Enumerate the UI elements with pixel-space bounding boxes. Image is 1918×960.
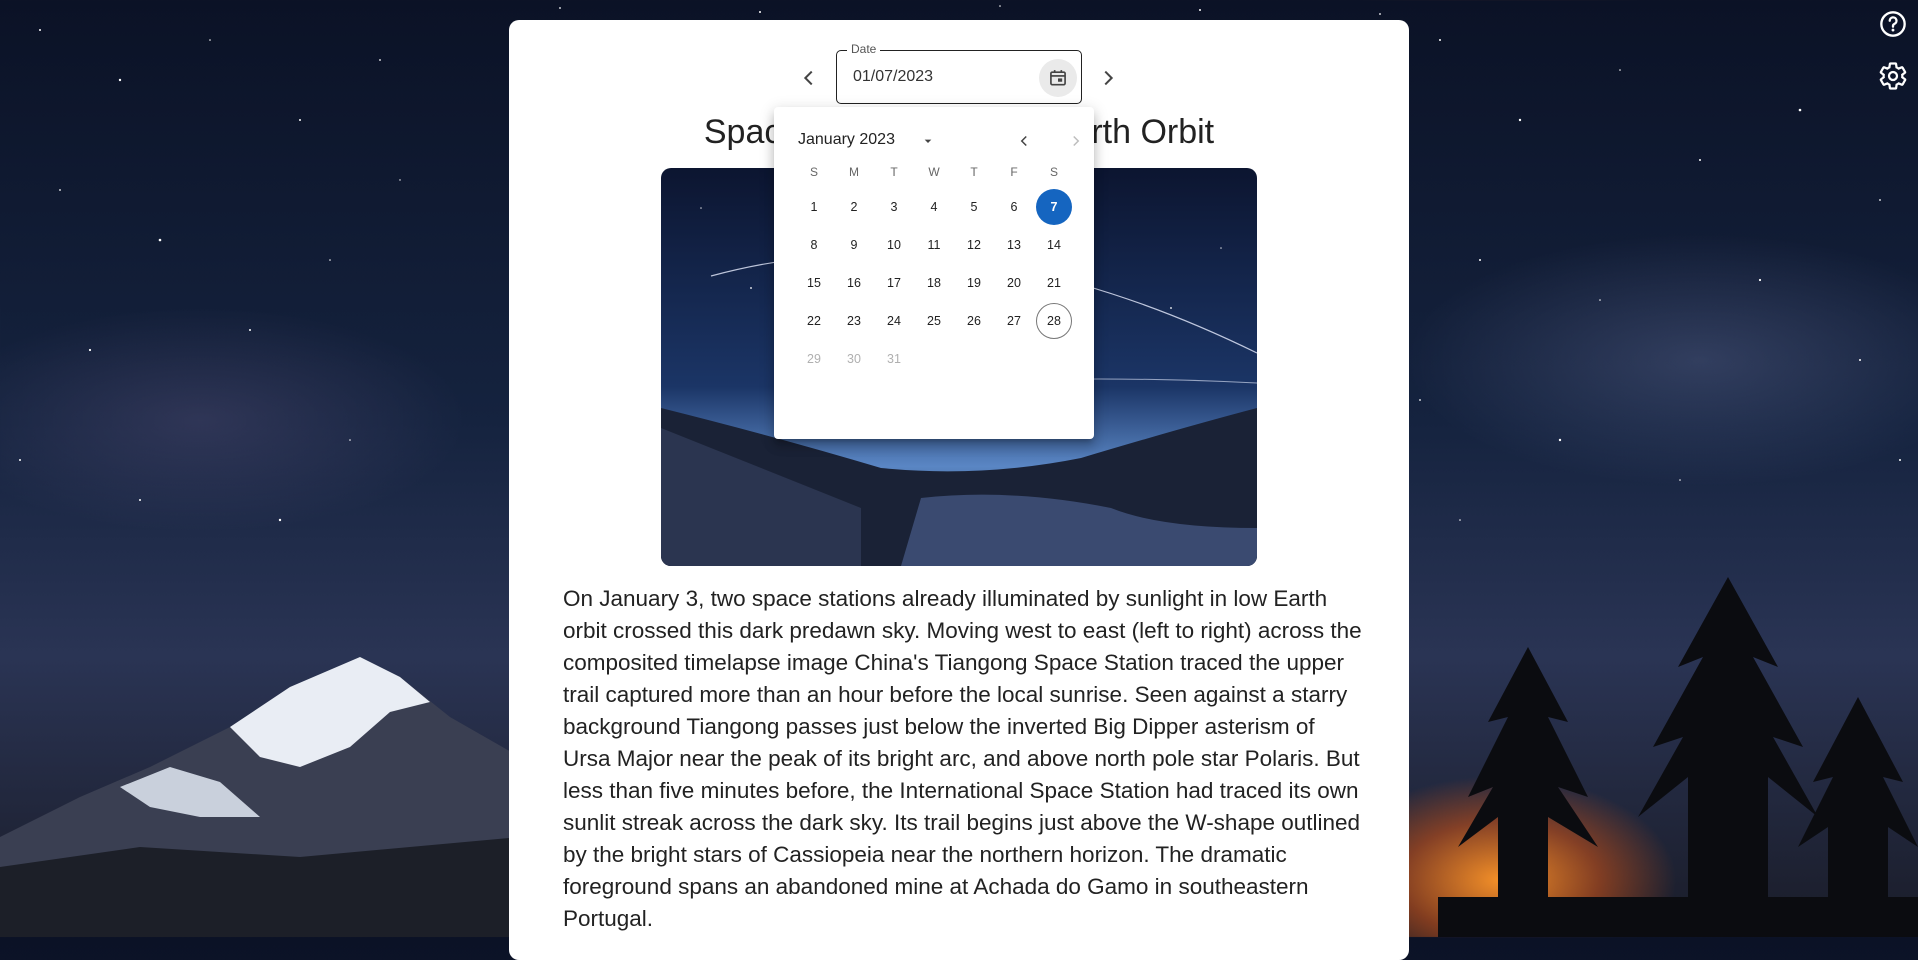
calendar-day[interactable]: 5 <box>956 189 992 225</box>
date-field[interactable]: Date <box>836 42 1082 104</box>
weekday-label: W <box>928 165 940 179</box>
calendar-day[interactable]: 1 <box>796 189 832 225</box>
calendar-day[interactable]: 16 <box>836 265 872 301</box>
calendar-day[interactable]: 11 <box>916 227 952 263</box>
calendar-day[interactable]: 25 <box>916 303 952 339</box>
calendar-day[interactable]: 3 <box>876 189 912 225</box>
calendar-week: 8 9 10 11 12 13 14 <box>794 227 1074 265</box>
calendar-day[interactable]: 20 <box>996 265 1032 301</box>
calendar-day[interactable]: 21 <box>1036 265 1072 301</box>
calendar-day[interactable]: 18 <box>916 265 952 301</box>
weekday-label: S <box>809 165 818 179</box>
open-calendar-button[interactable] <box>1039 59 1077 97</box>
calendar-day: 29 <box>807 352 821 366</box>
calendar-day[interactable]: 6 <box>996 189 1032 225</box>
calendar-day: 30 <box>847 352 861 366</box>
calendar-day[interactable]: 4 <box>916 189 952 225</box>
calendar-day <box>996 341 1032 377</box>
calendar-week: 15 16 17 18 19 20 21 <box>794 265 1074 303</box>
calendar-day <box>956 341 992 377</box>
gear-icon[interactable] <box>1877 60 1909 92</box>
chevron-left-icon <box>803 70 813 86</box>
chevron-left-icon <box>1020 135 1027 147</box>
previous-day-button[interactable] <box>795 64 823 92</box>
help-icon[interactable] <box>1877 8 1909 40</box>
calendar-day[interactable]: 14 <box>1036 227 1072 263</box>
calendar-day[interactable]: 17 <box>876 265 912 301</box>
calendar-day[interactable]: 27 <box>996 303 1032 339</box>
calendar-day <box>916 341 952 377</box>
calendar-day[interactable]: 15 <box>796 265 832 301</box>
date-navigation: Date <box>509 42 1409 106</box>
weekday-header: S M T W T F S <box>794 165 1074 179</box>
calendar-day[interactable]: 13 <box>996 227 1032 263</box>
next-day-button[interactable] <box>1094 64 1122 92</box>
calendar-day[interactable]: 22 <box>796 303 832 339</box>
weekday-label: T <box>970 165 978 179</box>
next-month-button[interactable] <box>1064 129 1088 153</box>
weekday-label: M <box>849 165 859 179</box>
calendar-day[interactable]: 24 <box>876 303 912 339</box>
arrow-drop-down-icon <box>924 139 932 143</box>
tree-silhouettes <box>1438 577 1918 937</box>
calendar-day[interactable]: 8 <box>796 227 832 263</box>
month-year-dropdown-button[interactable] <box>916 129 940 153</box>
calendar-day[interactable]: 19 <box>956 265 992 301</box>
date-input[interactable] <box>851 67 1015 87</box>
calendar-popup: January 2023 S M T W T F S 1 2 3 4 5 6 7… <box>774 107 1094 439</box>
apod-description: On January 3, two space stations already… <box>563 586 1362 931</box>
calendar-header: January 2023 <box>798 125 1080 155</box>
calendar-week: 1 2 3 4 5 6 7 <box>794 189 1074 227</box>
weekday-label: T <box>890 165 898 179</box>
calendar-week: 29 30 31 <box>794 341 1074 379</box>
calendar-day[interactable]: 10 <box>876 227 912 263</box>
calendar-day[interactable]: 12 <box>956 227 992 263</box>
calendar-day[interactable]: 26 <box>956 303 992 339</box>
calendar-day[interactable]: 23 <box>836 303 872 339</box>
date-field-label: Date <box>847 42 881 56</box>
weekday-label: F <box>1010 165 1018 179</box>
calendar-icon <box>1050 70 1066 86</box>
calendar-day[interactable]: 2 <box>836 189 872 225</box>
calendar-day-today[interactable]: 28 <box>1036 303 1072 339</box>
calendar-day: 31 <box>887 352 901 366</box>
mountain-silhouette <box>0 657 520 937</box>
chevron-right-icon <box>1104 70 1114 86</box>
calendar-day[interactable]: 9 <box>836 227 872 263</box>
calendar-day-grid: 1 2 3 4 5 6 7 8 9 10 11 12 13 14 15 16 1… <box>794 189 1074 379</box>
calendar-month-label[interactable]: January 2023 <box>798 131 895 149</box>
previous-month-button[interactable] <box>1012 129 1036 153</box>
calendar-day <box>1036 341 1072 377</box>
calendar-day-selected[interactable]: 7 <box>1036 189 1072 225</box>
chevron-right-icon <box>1073 135 1080 147</box>
weekday-label: S <box>1049 165 1058 179</box>
calendar-week: 22 23 24 25 26 27 28 <box>794 303 1074 341</box>
